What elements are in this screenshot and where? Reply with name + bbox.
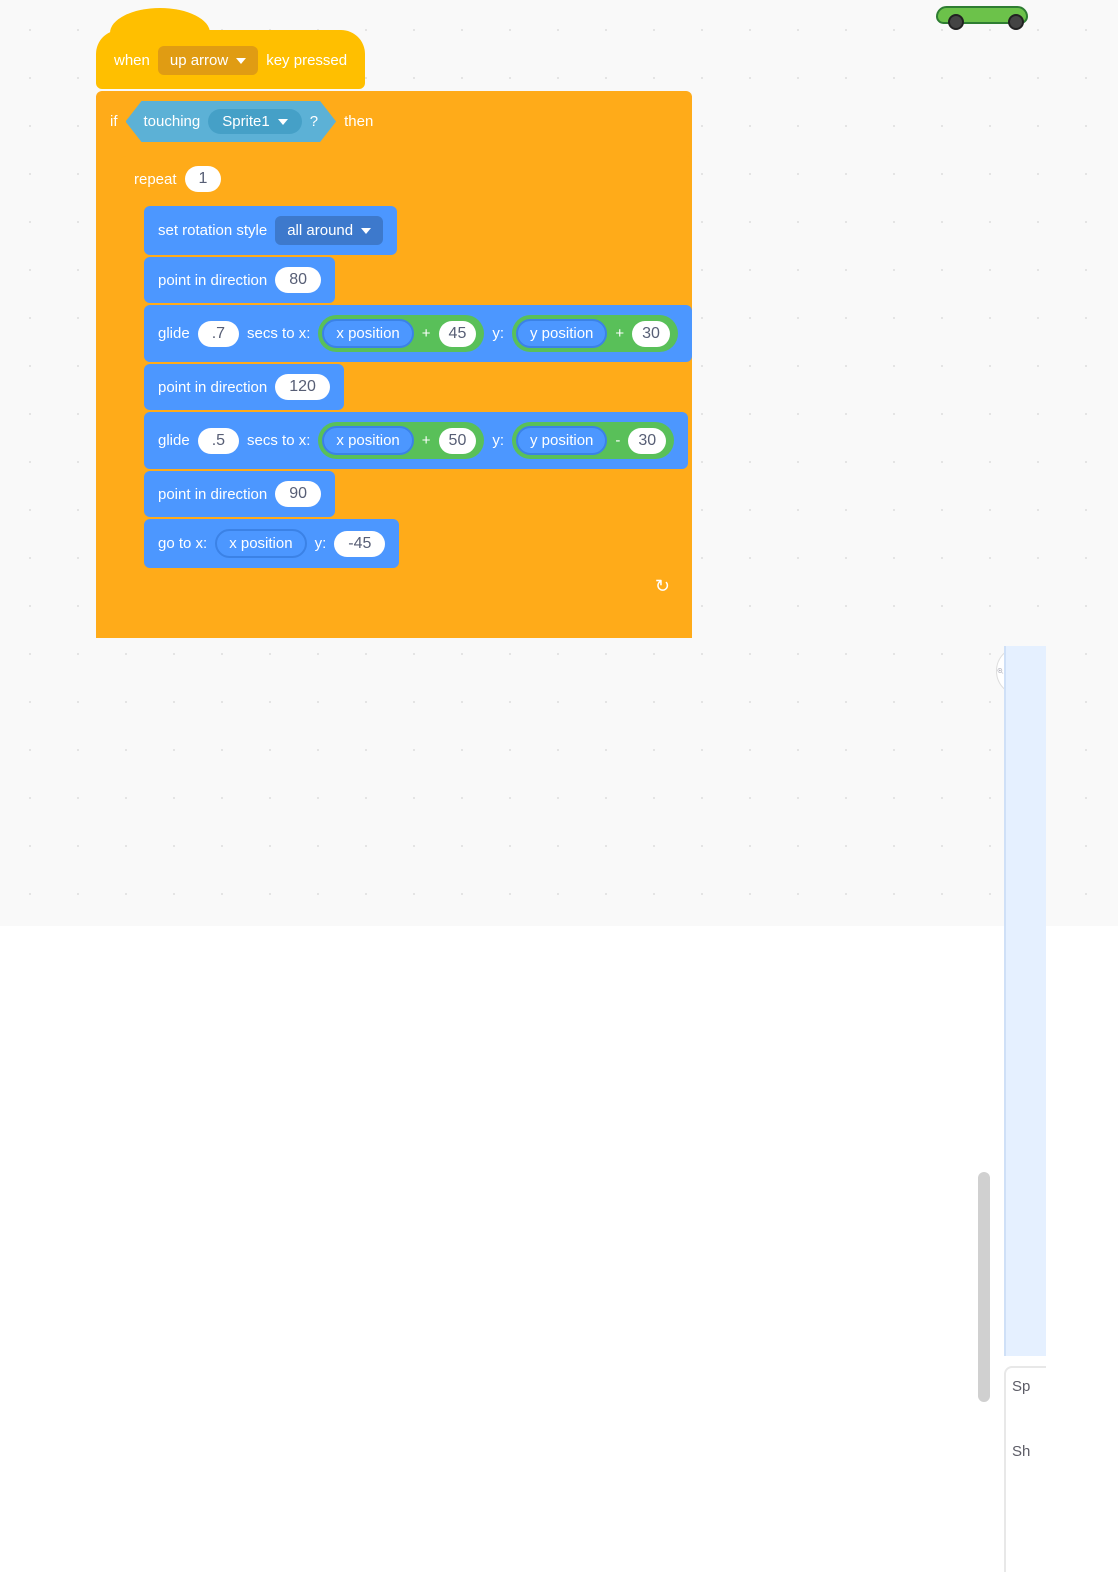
glide-block-1[interactable]: glide .7 secs to x: x position + 45 y: y… <box>144 305 692 362</box>
sprite-panel-strip: Sp Sh <box>1004 1366 1046 1572</box>
add-operator-y[interactable]: y position + 30 <box>512 315 678 352</box>
label: then <box>344 113 373 130</box>
num-input[interactable]: 50 <box>439 428 477 454</box>
point-in-direction-block-3[interactable]: point in direction 90 <box>144 471 335 517</box>
repeat-count-input[interactable]: 1 <box>185 166 222 192</box>
key-dropdown[interactable]: up arrow <box>158 46 258 75</box>
zoom-controls: = Sp Sh <box>996 646 1046 696</box>
x-position-reporter[interactable]: x position <box>322 426 413 455</box>
script-workspace[interactable]: when up arrow key pressed if touching Sp… <box>0 0 1118 926</box>
operator-sign: + <box>422 432 431 449</box>
label: when <box>114 52 150 69</box>
point-in-direction-block-2[interactable]: point in direction 120 <box>144 364 344 410</box>
if-block-footer <box>96 606 692 638</box>
num-input[interactable]: 45 <box>439 321 477 347</box>
num-input[interactable]: 30 <box>628 428 666 454</box>
go-to-xy-block[interactable]: go to x: x position y: -45 <box>144 519 399 568</box>
label: point in direction <box>158 379 267 396</box>
script-stack[interactable]: when up arrow key pressed if touching Sp… <box>96 30 692 638</box>
label: go to x: <box>158 535 207 552</box>
label: secs to x: <box>247 325 310 342</box>
point-in-direction-block-1[interactable]: point in direction 80 <box>144 257 335 303</box>
label: secs to x: <box>247 432 310 449</box>
glide-block-2[interactable]: glide .5 secs to x: x position + 50 y: y… <box>144 412 688 469</box>
hat-when-key-pressed[interactable]: when up arrow key pressed <box>96 30 365 89</box>
touching-target-dropdown[interactable]: Sprite1 <box>208 109 302 134</box>
label: set rotation style <box>158 222 267 239</box>
label: ? <box>310 113 318 130</box>
label: glide <box>158 432 190 449</box>
label: repeat <box>134 171 177 188</box>
x-position-reporter[interactable]: x position <box>215 529 306 558</box>
if-block[interactable]: if touching Sprite1 ? then repeat 1 <box>96 91 692 638</box>
chevron-down-icon <box>278 119 288 125</box>
x-position-reporter[interactable]: x position <box>322 319 413 348</box>
label: if <box>110 113 118 130</box>
subtract-operator-y[interactable]: y position - 30 <box>512 422 674 459</box>
label: touching <box>144 113 201 130</box>
direction-input[interactable]: 80 <box>275 267 321 293</box>
direction-input[interactable]: 120 <box>275 374 330 400</box>
touching-reporter[interactable]: touching Sprite1 ? <box>126 101 337 142</box>
vertical-scrollbar[interactable] <box>978 1172 990 1402</box>
label: key pressed <box>266 52 347 69</box>
label: y: <box>492 432 504 449</box>
operator-sign: - <box>615 432 620 449</box>
num-input[interactable]: 30 <box>632 321 670 347</box>
add-operator-x[interactable]: x position + 45 <box>318 315 484 352</box>
stage-panel-strip <box>1004 646 1046 1356</box>
key-value: up arrow <box>170 52 228 69</box>
chevron-down-icon <box>236 58 246 64</box>
label: Sh <box>1006 1433 1046 1470</box>
operator-sign: + <box>615 325 624 342</box>
zoom-in-icon <box>997 660 1004 682</box>
y-input[interactable]: -45 <box>334 531 385 557</box>
label: Sp <box>1006 1368 1046 1405</box>
chevron-down-icon <box>361 228 371 234</box>
rotation-style-dropdown[interactable]: all around <box>275 216 383 245</box>
y-position-reporter[interactable]: y position <box>516 319 607 348</box>
sprite-car <box>928 0 1038 30</box>
label: y: <box>315 535 327 552</box>
set-rotation-style-block[interactable]: set rotation style all around <box>144 206 397 255</box>
direction-input[interactable]: 90 <box>275 481 321 507</box>
label: point in direction <box>158 486 267 503</box>
operator-sign: + <box>422 325 431 342</box>
add-operator-x[interactable]: x position + 50 <box>318 422 484 459</box>
repeat-loop-arm: ↻ <box>120 574 692 602</box>
y-position-reporter[interactable]: y position <box>516 426 607 455</box>
secs-input[interactable]: .5 <box>198 428 239 454</box>
value: all around <box>287 222 353 239</box>
repeat-block[interactable]: repeat 1 set rotation style all around <box>120 156 692 602</box>
label: glide <box>158 325 190 342</box>
label: y: <box>492 325 504 342</box>
value: Sprite1 <box>222 113 270 130</box>
loop-arrow-icon: ↻ <box>655 576 670 597</box>
label: point in direction <box>158 272 267 289</box>
secs-input[interactable]: .7 <box>198 321 239 347</box>
